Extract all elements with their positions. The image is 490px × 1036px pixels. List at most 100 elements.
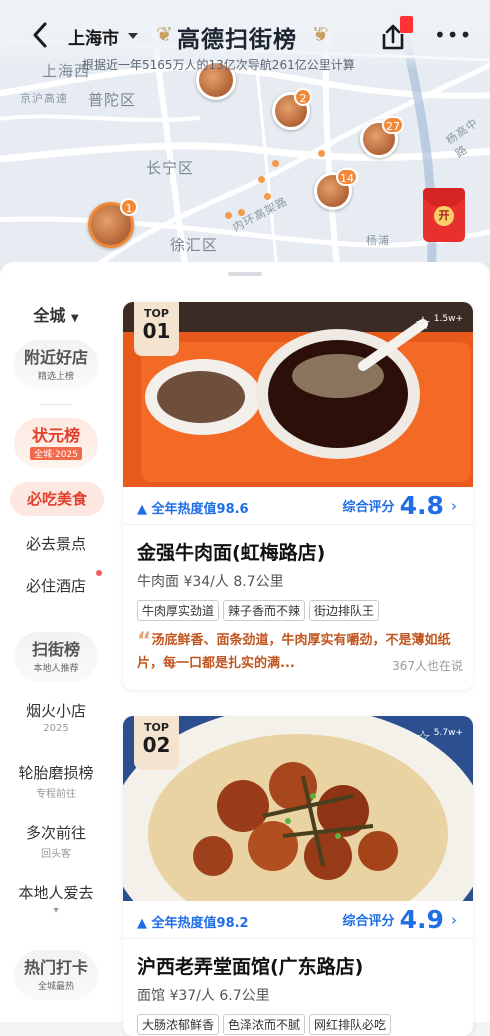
rating-value: 4.9	[399, 905, 444, 934]
restaurant-name[interactable]: 金强牛肉面(虹梅路店)	[137, 538, 325, 565]
hot-sub-wrap: 全城最热	[14, 979, 98, 992]
champion-title: 状元榜	[31, 426, 80, 445]
drag-handle[interactable]	[228, 272, 262, 276]
map-label: 普陀区	[88, 91, 137, 109]
nearby-title: 附近好店	[23, 348, 88, 367]
hot-title: 热门打卡	[23, 958, 88, 977]
rating-label: 综合评分	[342, 500, 395, 515]
navigation-arrow-icon: ▲	[137, 502, 147, 517]
restaurant-photo: TOP 01 ☆ 1.5w+	[123, 302, 473, 487]
tag: 街边排队王	[309, 600, 380, 621]
map-dot	[264, 193, 271, 200]
chevron-right-icon: ›	[451, 910, 457, 929]
street-sub: 本地人推荐	[33, 664, 79, 674]
map-dot	[238, 209, 245, 216]
heat-score: ▲ 全年热度值98.2	[137, 912, 249, 931]
chevron-right-icon: ›	[451, 496, 457, 515]
divider	[40, 404, 72, 405]
map-label: 长宁区	[146, 159, 195, 177]
rank-badge: TOP 02	[134, 716, 179, 770]
page-subtitle: 根据近一年5165万人的13亿次导航261亿公里计算	[82, 58, 355, 72]
restaurant-name[interactable]: 沪西老弄堂面馆(广东路店)	[137, 952, 363, 979]
heat-score: ▲ 全年热度值98.6	[137, 498, 249, 517]
map-dot	[225, 212, 232, 219]
red-packet-open-label: 开	[434, 206, 454, 226]
tag: 辣子香而不辣	[223, 600, 306, 621]
rating[interactable]: 综合评分 4.8 ›	[343, 491, 458, 520]
sidebar-item-must-visit[interactable]: 必去景点	[0, 533, 112, 554]
marker-rank-badge: 14	[336, 168, 358, 186]
rank-number: 01	[142, 319, 171, 343]
favorite-count: 5.7w+	[433, 728, 463, 738]
tag: 色泽浓而不腻	[223, 1014, 306, 1035]
quote-icon: “	[137, 629, 152, 654]
chevron-down-icon[interactable]	[128, 33, 138, 39]
star-icon[interactable]: ☆	[415, 313, 431, 334]
chevron-down-icon: ▼	[70, 313, 79, 324]
restaurant-meta: 牛肉面 ¥34/人 8.7公里	[137, 574, 284, 590]
map-label: 徐汇区	[170, 236, 219, 254]
nearby-sub: 精选上榜	[37, 372, 74, 382]
tag-list: 牛肉厚实劲道 辣子香而不辣 街边排队王	[137, 600, 383, 621]
laurel-left-icon: ❦	[156, 22, 173, 46]
champion-sub-wrap: 全城·2025	[14, 447, 98, 460]
city-selector[interactable]: 上海市	[68, 24, 119, 49]
sidebar-item-fireworks[interactable]: 烟火小店 2025	[0, 700, 112, 734]
marker-rank-badge: 27	[382, 116, 404, 134]
sidebar-item-label: 本地人爱去	[18, 884, 94, 902]
review-count[interactable]: 367人也在说	[392, 657, 463, 674]
rating-value: 4.8	[399, 491, 444, 520]
sidebar-item-label: 烟火小店	[25, 702, 86, 720]
marker-rank-badge: 1	[120, 198, 138, 216]
sidebar-item-repeat[interactable]: 多次前往 回头客	[0, 822, 112, 860]
city-filter-label: 全城	[33, 306, 66, 325]
tag: 牛肉厚实劲道	[137, 600, 220, 621]
street-sub-wrap: 本地人推荐	[14, 661, 98, 674]
heat-row: ▲ 全年热度值98.6 综合评分 4.8 ›	[123, 487, 473, 525]
red-packet-icon	[400, 16, 413, 33]
restaurant-card[interactable]: TOP 01 ☆ 1.5w+ ▲ 全年热度值98.6 综合评分 4.8 › 金强…	[123, 302, 473, 690]
sidebar-item-sub: 回头客	[41, 849, 71, 860]
tag: 网红排队必吃	[309, 1014, 392, 1035]
hot-sub: 全城最热	[37, 982, 74, 992]
heat-score-label: 全年热度值98.2	[151, 916, 249, 931]
heat-row: ▲ 全年热度值98.2 综合评分 4.9 ›	[123, 901, 473, 939]
restaurant-meta: 面馆 ¥37/人 6.7公里	[137, 988, 270, 1004]
champion-sub: 全城·2025	[30, 447, 82, 460]
city-filter[interactable]: 全城 ▼	[0, 302, 112, 326]
map-label: 京沪高速	[20, 92, 68, 105]
sidebar-item-label: 多次前往	[25, 824, 86, 842]
hot-badge[interactable]: 热门打卡 全城最热	[14, 950, 98, 1000]
tag: 大肠浓郁鲜香	[137, 1014, 220, 1035]
tag-list: 大肠浓郁鲜香 色泽浓而不腻 网红排队必吃	[137, 1014, 395, 1035]
nearby-sub-wrap: 精选上榜	[14, 369, 98, 382]
heat-score-label: 全年热度值98.6	[151, 502, 249, 517]
laurel-right-icon: ❦	[312, 22, 329, 46]
notification-dot	[96, 570, 102, 576]
nearby-badge[interactable]: 附近好店 精选上榜	[14, 340, 98, 390]
favorite-count: 1.5w+	[433, 314, 463, 324]
sidebar-item-sub: 专程前往	[36, 789, 76, 800]
restaurant-card[interactable]: TOP 02 ☆ 5.7w+ ▲ 全年热度值98.2 综合评分 4.9 › 沪西…	[123, 716, 473, 1036]
rating-label: 综合评分	[342, 914, 395, 929]
sidebar-item-tire-wear[interactable]: 轮胎磨损榜 专程前往	[0, 762, 112, 800]
street-badge[interactable]: 扫街榜 本地人推荐	[14, 632, 98, 682]
map-label: 杨浦	[366, 234, 390, 247]
sidebar-item-must-stay[interactable]: 必住酒店	[0, 575, 112, 596]
champion-badge[interactable]: 状元榜 全城·2025	[14, 418, 98, 468]
rating[interactable]: 综合评分 4.9 ›	[343, 905, 458, 934]
marker-rank-badge: 2	[294, 88, 312, 106]
rank-badge: TOP 01	[134, 302, 179, 356]
page-title: 高德扫街榜	[177, 27, 297, 53]
map-dot	[258, 176, 265, 183]
back-icon[interactable]	[28, 20, 54, 50]
red-packet-flap	[423, 188, 465, 206]
chevron-down-icon: ▾	[53, 905, 59, 916]
star-icon[interactable]: ☆	[415, 727, 431, 748]
sidebar-item-locals[interactable]: 本地人爱去 ▾	[0, 882, 112, 916]
sidebar-item-must-eat[interactable]: 必吃美食	[10, 482, 104, 516]
sidebar-item-label: 轮胎磨损榜	[18, 764, 94, 782]
more-icon[interactable]: •••	[434, 25, 472, 45]
navigation-arrow-icon: ▲	[137, 916, 147, 931]
red-packet-button[interactable]: 开	[423, 188, 465, 242]
